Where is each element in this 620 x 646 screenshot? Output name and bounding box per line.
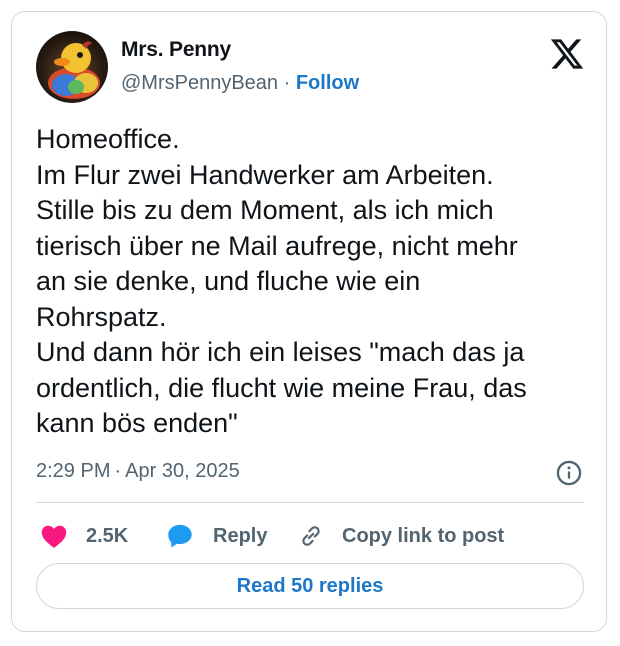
action-bar: 2.5K Reply Copy link to post (12, 516, 608, 556)
tweet-line: kann bös enden" (36, 408, 238, 438)
tweet-line: Rohrspatz. (36, 301, 167, 332)
tweet-line: Im Flur zwei Handwerker am Arbeiten. (36, 159, 494, 190)
tweet-line: tierisch über ne Mail aufrege, nicht meh… (36, 230, 518, 261)
copy-link-button[interactable]: Copy link to post (298, 516, 504, 556)
divider (36, 502, 584, 503)
handle-separator: · (283, 72, 291, 94)
tweet-text: Homeoffice. Im Flur zwei Handwerker am A… (36, 122, 596, 442)
avatar[interactable] (36, 31, 108, 103)
x-logo-icon[interactable] (549, 36, 585, 72)
reply-label: Reply (213, 524, 268, 547)
follow-button[interactable]: Follow (296, 72, 359, 94)
tweet-line: Homeoffice. (36, 124, 180, 154)
tweet-line: an sie denke, und fluche wie ein (36, 266, 421, 296)
heart-icon (41, 525, 67, 548)
info-icon[interactable] (555, 459, 583, 487)
author-handle[interactable]: @MrsPennyBean (121, 72, 278, 94)
like-count: 2.5K (86, 524, 129, 547)
tweet-timestamp[interactable]: 2:29 PM · Apr 30, 2025 (36, 460, 240, 483)
link-icon (302, 526, 320, 546)
reply-button[interactable]: Reply (165, 516, 267, 556)
tweet-line: Und dann hör ich ein leises "mach das ja (36, 337, 525, 367)
tweet-card: Mrs. Penny @MrsPennyBean · Follow Homeof… (11, 11, 607, 632)
tweet-time: 2:29 PM (36, 460, 111, 482)
author-name[interactable]: Mrs. Penny (121, 38, 231, 62)
tweet-date: Apr 30, 2025 (125, 460, 240, 482)
tweet-line: ordentlich, die flucht wie meine Frau, d… (36, 372, 527, 403)
read-replies-button[interactable]: Read 50 replies (36, 563, 584, 609)
timestamp-separator: · (114, 460, 122, 482)
tweet-line: Stille bis zu dem Moment, als ich mich (36, 195, 494, 225)
like-button[interactable]: 2.5K (40, 516, 128, 556)
copy-link-label: Copy link to post (342, 524, 505, 547)
rubber-duck-avatar-icon (36, 31, 108, 103)
reply-bubble-icon (168, 524, 192, 548)
author-handle-row: @MrsPennyBean · Follow (121, 72, 359, 95)
